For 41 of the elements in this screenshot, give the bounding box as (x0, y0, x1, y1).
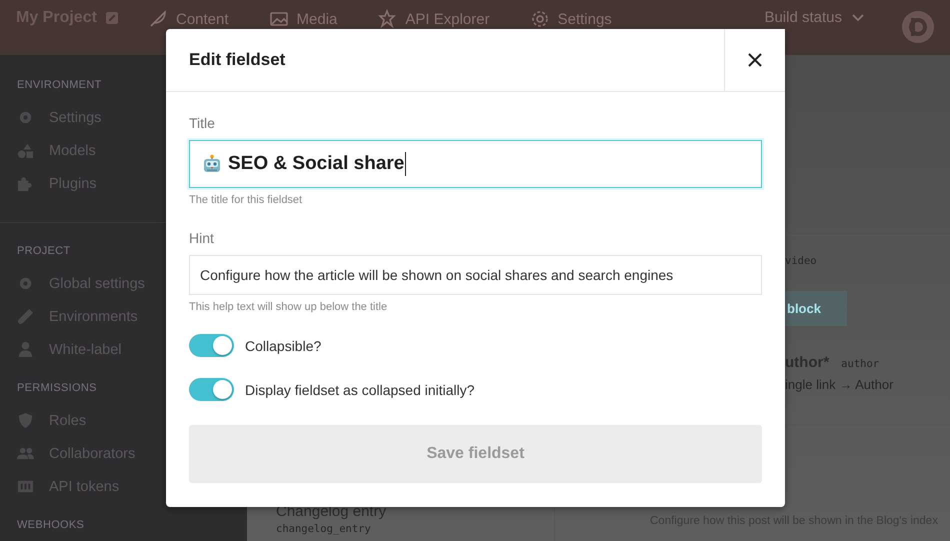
field-label: Title (189, 115, 216, 131)
person-icon (17, 341, 34, 358)
shield-icon (17, 412, 34, 429)
section-heading: PROJECT (17, 245, 70, 257)
toggle-label: Collapsible? (245, 338, 322, 354)
nav-link[interactable]: API Explorer (377, 9, 490, 29)
field-label: Hint (189, 230, 215, 246)
section-heading: ENVIRONMENT (17, 79, 102, 91)
gear-icon (17, 275, 34, 292)
toggle-label: Display fieldset as collapsed initially? (245, 382, 475, 398)
nav-link[interactable]: Settings (530, 9, 612, 29)
add-block-button[interactable]: block (785, 291, 847, 326)
section-heading: WEBHOOKS (17, 519, 84, 531)
edit-icon[interactable] (104, 11, 119, 25)
section-heading: PERMISSIONS (17, 382, 97, 394)
puzzle-icon (17, 175, 34, 192)
chevron-down-icon (852, 14, 864, 22)
close-button[interactable] (724, 29, 785, 91)
toggle-switch[interactable] (189, 334, 234, 357)
toggle-switch[interactable] (189, 378, 234, 401)
pen-icon (17, 308, 34, 325)
close-icon (748, 53, 762, 67)
help-text: This help text will show up below the title (189, 301, 388, 313)
avatar-icon[interactable] (902, 11, 934, 43)
feather-icon (148, 9, 168, 29)
hint-input[interactable]: Configure how the article will be shown on social shares and search engines (189, 255, 762, 295)
grid-icon (17, 478, 34, 495)
shapes-icon (17, 142, 34, 159)
nav-link[interactable]: Media (268, 9, 338, 29)
people-icon (17, 445, 34, 462)
dialog-title: Edit fieldset (188, 50, 286, 70)
title-input[interactable]: SEO & Social share (189, 140, 762, 188)
gear-icon (530, 9, 550, 29)
robot-icon (202, 154, 222, 174)
star-icon (377, 9, 398, 29)
build-status-button[interactable]: Build status (764, 9, 864, 26)
help-text: The title for this fieldset (189, 194, 304, 206)
image-icon (268, 9, 289, 29)
gear-icon (17, 109, 34, 126)
field-api-key: changelog_entry (276, 523, 554, 535)
nav-link[interactable]: Content (148, 9, 229, 29)
